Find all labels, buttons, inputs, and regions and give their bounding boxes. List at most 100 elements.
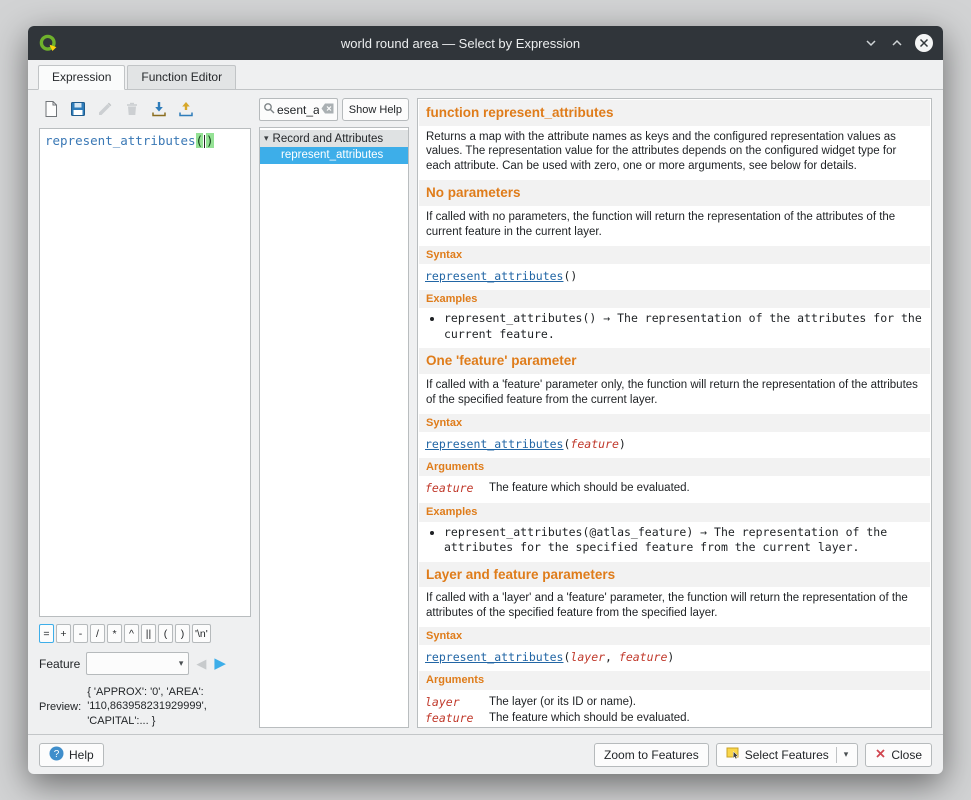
help-section-heading: One 'feature' parameter xyxy=(419,348,930,374)
tree-item[interactable]: represent_attributes xyxy=(260,147,408,164)
save-expression-button[interactable] xyxy=(66,99,89,122)
help-button[interactable]: ? Help xyxy=(39,743,104,767)
tree-group-row[interactable]: ▾ Record and Attributes xyxy=(260,130,408,147)
operator-buttons: =+-/*^||()'\n' xyxy=(39,624,251,643)
function-list-panel: Show Help ▾ Record and Attributes represen… xyxy=(259,98,409,728)
expand-arrow-icon: ▾ xyxy=(264,133,269,144)
button-divider xyxy=(836,747,837,763)
delete-expression-button[interactable] xyxy=(120,99,143,122)
feature-combobox[interactable]: ▾ xyxy=(86,652,189,675)
tab-function-editor[interactable]: Function Editor xyxy=(127,65,236,89)
search-row: Show Help xyxy=(259,98,409,121)
argument-row: featureThe feature which should be evalu… xyxy=(425,481,924,496)
help-section-heading: No parameters xyxy=(419,180,930,206)
previous-feature-button[interactable]: ◀ xyxy=(195,657,207,670)
trash-icon xyxy=(123,100,141,121)
chevron-up-icon[interactable] xyxy=(889,35,905,51)
syntax-code: represent_attributes(layer, feature) xyxy=(418,646,931,670)
help-paragraph: If called with a 'layer' and a 'feature'… xyxy=(419,588,930,626)
search-icon xyxy=(263,101,275,119)
document-icon xyxy=(42,100,60,121)
open-paren: ( xyxy=(196,133,204,148)
svg-text:?: ? xyxy=(54,749,60,760)
select-features-icon xyxy=(726,746,740,763)
search-input[interactable] xyxy=(277,103,319,117)
edit-expression-button[interactable] xyxy=(93,99,116,122)
syntax-heading: Syntax xyxy=(419,627,930,645)
close-button-label: Close xyxy=(891,748,922,762)
qgis-logo-icon xyxy=(38,33,58,53)
close-icon xyxy=(875,748,886,762)
close-button[interactable]: Close xyxy=(865,743,932,767)
chevron-down-icon[interactable] xyxy=(863,35,879,51)
tab-bar: Expression Function Editor xyxy=(28,60,943,90)
expression-panel: represent_attributes() =+-/*^||()'\n' Fe… xyxy=(39,98,251,728)
operator-button[interactable]: * xyxy=(107,624,122,643)
expression-editor[interactable]: represent_attributes() xyxy=(39,128,251,617)
operator-button[interactable]: ^ xyxy=(124,624,139,643)
help-sections: No parametersIf called with no parameter… xyxy=(418,180,931,728)
example-item: represent_attributes(@atlas_feature) → T… xyxy=(444,525,931,556)
operator-button[interactable]: '\n' xyxy=(192,624,211,643)
next-feature-button[interactable]: ▶ xyxy=(213,656,227,671)
tab-expression[interactable]: Expression xyxy=(38,65,125,90)
operator-button[interactable]: ( xyxy=(158,624,173,643)
close-paren: ) xyxy=(206,133,214,148)
export-up-arrow-icon xyxy=(177,100,195,121)
caret-down-icon: ▾ xyxy=(179,658,184,669)
example-item: represent_attributes() → The representat… xyxy=(444,311,931,342)
argument-row: layerThe layer (or its ID or name). xyxy=(425,695,924,710)
function-tree[interactable]: ▾ Record and Attributes represent_attribut… xyxy=(259,127,409,728)
select-features-button[interactable]: Select Features ▾ xyxy=(716,743,859,767)
feature-label: Feature xyxy=(39,657,80,671)
operator-button[interactable]: || xyxy=(141,624,156,643)
desktop-background: world round area — Select by Expression … xyxy=(0,0,971,800)
syntax-code: represent_attributes(feature) xyxy=(418,433,931,457)
zoom-to-features-label: Zoom to Features xyxy=(604,748,699,762)
export-expressions-button[interactable] xyxy=(174,99,197,122)
arguments-heading: Arguments xyxy=(419,458,930,476)
help-paragraph: If called with no parameters, the functi… xyxy=(419,207,930,245)
select-by-expression-dialog: world round area — Select by Expression … xyxy=(28,26,943,774)
help-button-label: Help xyxy=(69,748,94,762)
pencil-icon xyxy=(96,100,114,121)
help-section-heading: Layer and feature parameters xyxy=(419,562,930,588)
help-intro: Returns a map with the attribute names a… xyxy=(419,127,930,180)
new-expression-button[interactable] xyxy=(39,99,62,122)
select-features-label: Select Features xyxy=(745,748,829,762)
preview-value: { 'APPROX': '0', 'AREA': '110,8639582319… xyxy=(87,685,239,728)
zoom-to-features-button[interactable]: Zoom to Features xyxy=(594,743,709,767)
syntax-code: represent_attributes() xyxy=(418,265,931,289)
preview-label: Preview: xyxy=(39,701,81,713)
text-cursor xyxy=(204,135,205,148)
tree-group-label: Record and Attributes xyxy=(273,133,384,145)
expression-toolbar xyxy=(39,98,251,122)
function-search[interactable] xyxy=(259,98,338,121)
dialog-content: represent_attributes() =+-/*^||()'\n' Fe… xyxy=(28,90,943,734)
argument-row: featureThe feature which should be evalu… xyxy=(425,711,924,726)
preview-row: Preview: { 'APPROX': '0', 'AREA': '110,8… xyxy=(39,685,251,728)
help-icon: ? xyxy=(49,746,64,764)
save-icon xyxy=(69,100,87,121)
show-help-button[interactable]: Show Help xyxy=(342,98,409,121)
feature-row: Feature ▾ ◀ ▶ xyxy=(39,652,251,675)
operator-button[interactable]: - xyxy=(73,624,88,643)
close-window-button[interactable] xyxy=(915,34,933,52)
syntax-heading: Syntax xyxy=(419,246,930,264)
window-title: world round area — Select by Expression xyxy=(58,36,863,51)
syntax-heading: Syntax xyxy=(419,414,930,432)
footer: ? Help Zoom to Features Select Features … xyxy=(28,734,943,774)
operator-button[interactable]: + xyxy=(56,624,71,643)
operator-button[interactable]: = xyxy=(39,624,54,643)
examples-heading: Examples xyxy=(419,503,930,521)
operator-button[interactable]: ) xyxy=(175,624,190,643)
titlebar[interactable]: world round area — Select by Expression xyxy=(28,26,943,60)
operator-button[interactable]: / xyxy=(90,624,105,643)
caret-down-icon[interactable]: ▾ xyxy=(844,749,849,760)
help-panel[interactable]: function represent_attributes Returns a … xyxy=(417,98,932,728)
clear-search-icon[interactable] xyxy=(321,101,334,119)
help-title: function represent_attributes xyxy=(419,100,930,126)
import-down-arrow-icon xyxy=(150,100,168,121)
import-expressions-button[interactable] xyxy=(147,99,170,122)
arguments-heading: Arguments xyxy=(419,671,930,689)
